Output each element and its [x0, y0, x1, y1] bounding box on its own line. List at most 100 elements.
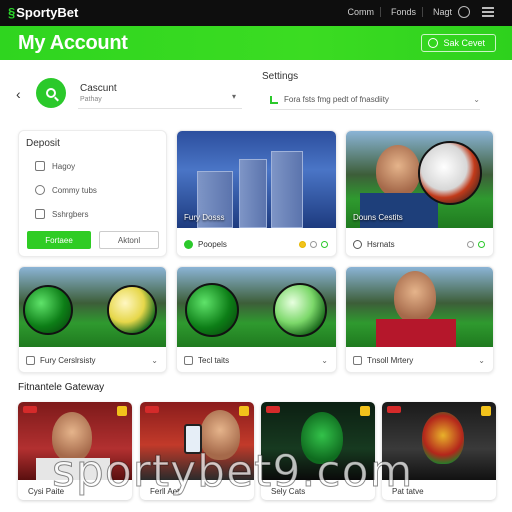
- deposit-item-2[interactable]: Commy tubs: [35, 185, 97, 195]
- deposit-primary-button[interactable]: Fortaee: [27, 231, 91, 249]
- player-face: [394, 271, 436, 323]
- gateway-card-title: Ferll Aot: [150, 487, 180, 496]
- player-face: [301, 412, 343, 464]
- chevron-down-icon[interactable]: ⌄: [151, 356, 158, 365]
- search-icon: [353, 240, 362, 249]
- gateway-card-title: Sely Cats: [271, 487, 306, 496]
- building-shape: [239, 159, 267, 228]
- logo-text: SportyBet: [16, 5, 79, 20]
- header-action-button[interactable]: Sak Cevet: [421, 34, 496, 52]
- gateway-card-4[interactable]: Pat tatve: [382, 402, 496, 500]
- player-face: [200, 410, 240, 460]
- account-avatar[interactable]: [36, 78, 66, 108]
- refresh-icon: [428, 38, 439, 48]
- back-chevron-icon[interactable]: ‹: [16, 86, 21, 102]
- top-nav-link-1[interactable]: Comm: [347, 7, 381, 17]
- shield-icon[interactable]: [478, 241, 485, 248]
- deposit-card: Deposit Hagoy Commy tubs Sshrgbers Forta…: [18, 130, 167, 257]
- bookmark-icon[interactable]: [360, 406, 370, 416]
- card-overlay-text: Fury Dosss: [184, 213, 225, 222]
- card-caption-text: Fury Cerslrsisty: [40, 356, 96, 365]
- settings-heading: Settings: [262, 71, 299, 82]
- card-caption: Tecl taits: [184, 356, 229, 365]
- player-image: Douns Cestits: [346, 131, 493, 228]
- deposit-item-label: Sshrgbers: [52, 209, 89, 219]
- card-caption-text: Tnsoll Mrtery: [367, 356, 414, 365]
- sportybet-logo[interactable]: § SportyBet: [8, 5, 78, 20]
- feature-card-player[interactable]: Douns Cestits Hsrnats: [345, 130, 494, 257]
- badge-icon: [23, 406, 37, 413]
- card-actions: [299, 241, 328, 248]
- card-caption: Fury Cerslrsisty: [26, 356, 96, 365]
- city-image: Fury Dosss: [177, 131, 336, 228]
- page-title: My Account: [18, 32, 128, 54]
- deposit-heading: Deposit: [26, 138, 60, 149]
- bookmark-icon[interactable]: [239, 406, 249, 416]
- card-caption-text: Tecl taits: [198, 356, 230, 365]
- player-image: [346, 267, 493, 347]
- balls-image: [19, 267, 166, 347]
- card-actions: [467, 241, 485, 248]
- gateway-card-2[interactable]: Ferll Aot: [140, 402, 254, 500]
- check-icon: [270, 95, 278, 104]
- balls-image: [177, 267, 336, 347]
- info-icon[interactable]: [467, 241, 474, 248]
- bookmark-icon[interactable]: [117, 406, 127, 416]
- soccer-ball: [185, 283, 239, 337]
- soccer-ball: [23, 285, 73, 335]
- gateway-card-3[interactable]: Sely Cats: [261, 402, 375, 500]
- player-face: [422, 412, 464, 464]
- soccer-ball: [273, 283, 327, 337]
- gateway-card-title: Pat tatve: [392, 487, 424, 496]
- player-photo: [261, 402, 375, 480]
- star-icon[interactable]: [299, 241, 306, 248]
- menu-icon[interactable]: [482, 6, 494, 18]
- player-shirt: [360, 193, 438, 228]
- feature-card-balls-2[interactable]: Tecl taits ⌄: [176, 266, 337, 373]
- header-action-label: Sak Cevet: [443, 38, 485, 48]
- feature-card-city[interactable]: Fury Dosss Poopels: [176, 130, 337, 257]
- badge-icon: [387, 406, 401, 413]
- divider: [78, 108, 242, 109]
- search-icon: [46, 88, 56, 98]
- settings-row-text: Fora fsts fmg pedt of fnasdiity: [284, 95, 389, 104]
- settings-select[interactable]: Fora fsts fmg pedt of fnasdiity ⌄: [270, 90, 480, 110]
- card-caption: Tnsoll Mrtery: [353, 356, 413, 365]
- card-overlay-text: Douns Cestits: [353, 213, 403, 222]
- card-caption: Poopels: [184, 240, 227, 249]
- top-bar: § SportyBet Comm Fonds Nagt: [0, 0, 512, 26]
- soccer-ball: [418, 141, 482, 205]
- card-caption-text: Poopels: [198, 240, 227, 249]
- deposit-item-3[interactable]: Sshrgbers: [35, 209, 88, 219]
- gateway-card-1[interactable]: Cysi Paite: [18, 402, 132, 500]
- clock-icon: [35, 185, 45, 195]
- card-caption-text: Hsrnats: [367, 240, 395, 249]
- bookmark-icon[interactable]: [481, 406, 491, 416]
- player-photo: [18, 402, 132, 480]
- list-icon: [26, 356, 35, 365]
- deposit-item-1[interactable]: Hagoy: [35, 161, 75, 171]
- page-header: My Account Sak Cevet: [0, 26, 512, 60]
- soccer-ball: [107, 285, 157, 335]
- deposit-secondary-button[interactable]: Aktonl: [99, 231, 159, 249]
- player-face: [52, 412, 92, 462]
- user-icon[interactable]: [458, 6, 470, 18]
- logo-mark-icon: §: [8, 5, 16, 20]
- info-icon[interactable]: [310, 241, 317, 248]
- top-nav-link-3[interactable]: Nagt: [433, 7, 458, 17]
- feature-card-player-2[interactable]: Tnsoll Mrtery ⌄: [345, 266, 494, 373]
- feature-card-balls-1[interactable]: Fury Cerslrsisty ⌄: [18, 266, 167, 373]
- phone-icon: [184, 424, 202, 454]
- account-name: Cascunt: [80, 83, 117, 94]
- gateway-card-title: Cysi Paite: [28, 487, 65, 496]
- shield-icon[interactable]: [321, 241, 328, 248]
- account-dropdown-icon[interactable]: ▾: [232, 92, 236, 101]
- gateway-heading: Fitnantele Gateway: [18, 382, 105, 393]
- deposit-item-label: Commy tubs: [52, 185, 97, 195]
- chevron-down-icon[interactable]: ⌄: [321, 356, 328, 365]
- list-icon: [184, 356, 193, 365]
- player-face: [376, 145, 420, 197]
- chevron-down-icon[interactable]: ⌄: [478, 356, 485, 365]
- building-shape: [271, 151, 303, 228]
- top-nav-link-2[interactable]: Fonds: [391, 7, 423, 17]
